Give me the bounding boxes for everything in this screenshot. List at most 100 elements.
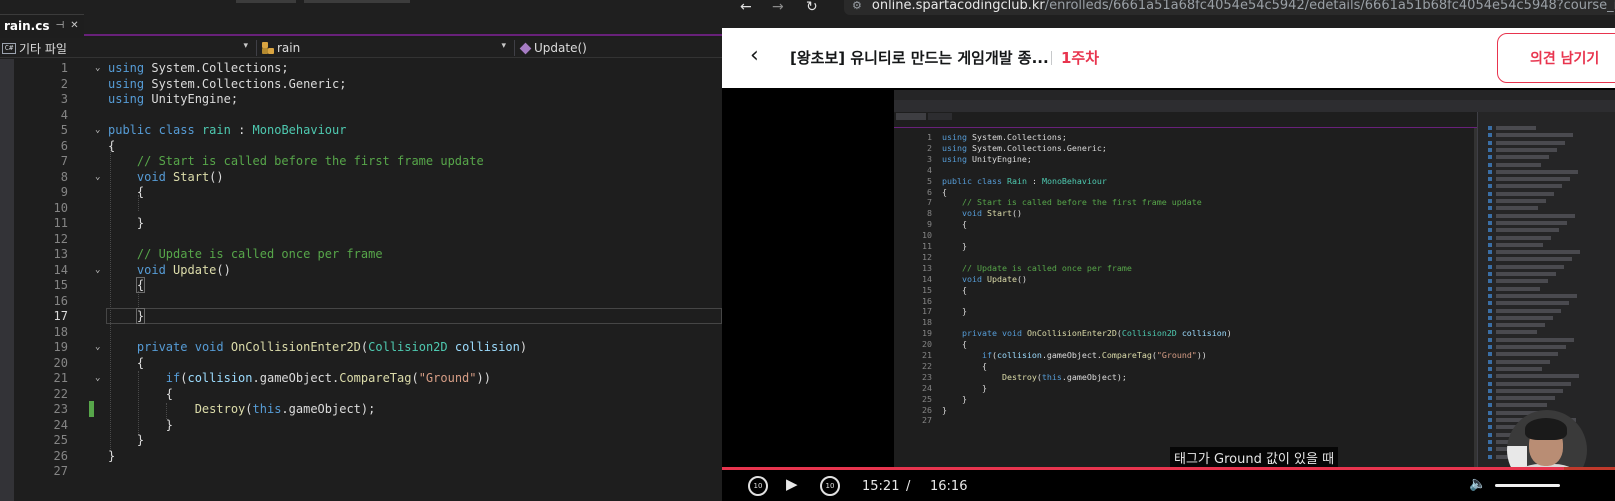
- code-line[interactable]: 5 ⌄ public class rain : MonoBehaviour: [0, 122, 722, 138]
- tree-item-icon: [1488, 140, 1492, 145]
- code-line[interactable]: 13 // Update is called once per frame: [0, 246, 722, 262]
- video-line-number: 5: [927, 175, 932, 186]
- video-code-line: 9 {: [894, 219, 1474, 230]
- code-line[interactable]: 25 }: [0, 432, 722, 448]
- video-subtitle: 태그가 Ground 값이 있을 때: [1170, 447, 1339, 468]
- code-line[interactable]: 11 }: [0, 215, 722, 231]
- tree-item-icon: [1488, 199, 1492, 203]
- line-number: 27: [53, 464, 68, 478]
- fold-chevron-icon[interactable]: ⌄: [95, 262, 100, 278]
- tree-item-icon: [1488, 220, 1492, 225]
- code-line[interactable]: 19 ⌄ private void OnCollisionEnter2D(Coll…: [0, 339, 722, 355]
- video-player[interactable]: 1 using System.Collections; 2 using System.…: [722, 88, 1615, 501]
- forward-arrow-icon[interactable]: →: [772, 0, 784, 18]
- line-number: 5: [60, 123, 68, 137]
- video-ide-menubar: [894, 90, 1615, 100]
- code-line[interactable]: 7 // Start is called before the first fr…: [0, 153, 722, 169]
- line-number: 10: [53, 200, 68, 215]
- video-code-line: 4: [894, 165, 1474, 176]
- tab-rain-cs[interactable]: rain.cs ⊣ ✕: [0, 14, 84, 36]
- tree-item-icon: [1488, 250, 1492, 255]
- video-code-line: 25 }: [894, 394, 1474, 405]
- code-line[interactable]: 14 ⌄ void Update(): [0, 262, 722, 278]
- code-line[interactable]: 12: [0, 231, 722, 247]
- back-arrow-icon[interactable]: ←: [740, 0, 752, 18]
- class-dropdown[interactable]: rain ▾: [258, 38, 512, 58]
- skip-back-10-icon[interactable]: 10: [748, 476, 768, 496]
- reload-icon[interactable]: ↻: [806, 0, 818, 18]
- tree-item-icon: [1488, 345, 1492, 349]
- tree-item: [1496, 359, 1550, 364]
- code-line[interactable]: 9 {: [0, 184, 722, 200]
- fold-chevron-icon[interactable]: ⌄: [95, 169, 100, 185]
- site-settings-icon[interactable]: ⚙: [852, 0, 862, 12]
- video-frame-ide: 1 using System.Collections; 2 using System.…: [894, 90, 1615, 468]
- tree-item-icon: [1488, 381, 1492, 386]
- line-number: 14: [53, 262, 68, 277]
- code-line[interactable]: 18: [0, 324, 722, 340]
- course-back-icon[interactable]: ‹: [750, 45, 770, 69]
- tree-item-icon: [1488, 169, 1492, 174]
- line-number: 25: [53, 433, 68, 447]
- code-line[interactable]: 26}: [0, 448, 722, 464]
- tree-item: [1496, 126, 1536, 130]
- video-code-text: using System.Collections;: [942, 132, 1067, 142]
- fold-chevron-icon[interactable]: ⌄: [95, 339, 100, 355]
- class-icon: [262, 42, 274, 54]
- code-line[interactable]: 22 {: [0, 386, 722, 402]
- member-dropdown[interactable]: Update(): [516, 38, 722, 58]
- code-line[interactable]: 10: [0, 200, 722, 216]
- code-line[interactable]: 1 ⌄ using System.Collections;: [0, 60, 722, 76]
- video-code-line: 11 }: [894, 241, 1474, 252]
- pin-icon[interactable]: ⊣: [56, 20, 65, 31]
- code-line[interactable]: 15 {: [0, 277, 722, 293]
- code-text: // Start is called before the first fram…: [136, 154, 484, 168]
- code-line[interactable]: 16: [0, 293, 722, 309]
- code-line[interactable]: 3 using UnityEngine;: [0, 91, 722, 107]
- code-line[interactable]: 2 using System.Collections.Generic;: [0, 76, 722, 92]
- code-line[interactable]: 21 ⌄ if(collision.gameObject.CompareTag("…: [0, 370, 722, 386]
- video-code-text: {: [942, 360, 987, 371]
- video-line-number: 21: [922, 350, 932, 360]
- week-label: 1주차: [1061, 49, 1100, 67]
- video-code-line: 5 public class Rain : MonoBehaviour: [894, 176, 1474, 187]
- code-line[interactable]: 8 ⌄ void Start(): [0, 169, 722, 185]
- video-code-text: public class Rain : MonoBehaviour: [942, 175, 1107, 186]
- code-line[interactable]: 23 Destroy(this.gameObject);: [0, 401, 722, 417]
- volume-icon[interactable]: 🔈: [1469, 477, 1486, 491]
- video-line-number: 24: [922, 382, 932, 393]
- fold-chevron-icon[interactable]: ⌄: [95, 60, 100, 76]
- tree-item: [1496, 337, 1574, 342]
- close-icon[interactable]: ✕: [70, 20, 78, 31]
- video-code-text: // Start is called before the first fram…: [961, 197, 1202, 208]
- play-icon[interactable]: ▶: [786, 477, 798, 492]
- video-line-number: 2: [927, 142, 932, 153]
- url-field[interactable]: ⚙ online.spartacodingclub.kr/enrolleds/66…: [844, 0, 1615, 15]
- fold-chevron-icon[interactable]: ⌄: [95, 122, 100, 138]
- project-dropdown[interactable]: C# 기타 파일 ▾: [0, 38, 254, 58]
- tree-item: [1496, 293, 1577, 298]
- navigation-bar: C# 기타 파일 ▾ rain ▾ Update(): [0, 38, 722, 58]
- volume-slider[interactable]: [1495, 484, 1560, 487]
- code-line[interactable]: 4: [0, 107, 722, 123]
- class-dropdown-label: rain: [277, 41, 301, 55]
- code-line[interactable]: 17 }: [0, 308, 722, 324]
- video-code-line: 26}: [894, 405, 1474, 416]
- tree-item-icon: [1488, 337, 1492, 342]
- line-number: 11: [53, 216, 68, 230]
- code-line[interactable]: 20 {: [0, 355, 722, 371]
- code-editor[interactable]: 1 ⌄ using System.Collections; 2 using System…: [0, 59, 722, 501]
- skip-forward-10-icon[interactable]: 10: [820, 476, 840, 496]
- video-code-text: using UnityEngine;: [942, 153, 1032, 164]
- code-line[interactable]: 6{: [0, 138, 722, 154]
- tree-item-icon: [1488, 279, 1492, 284]
- feedback-button[interactable]: 의견 남기기: [1497, 33, 1615, 83]
- video-line-number: 25: [922, 393, 932, 404]
- code-line[interactable]: 24 }: [0, 417, 722, 433]
- code-text: }: [108, 216, 145, 230]
- video-code-text: }: [942, 306, 967, 317]
- code-line[interactable]: 27: [0, 463, 722, 479]
- fold-chevron-icon[interactable]: ⌄: [95, 370, 100, 386]
- video-code-line: 18: [894, 317, 1474, 328]
- code-text: Destroy(this.gameObject);: [194, 402, 376, 416]
